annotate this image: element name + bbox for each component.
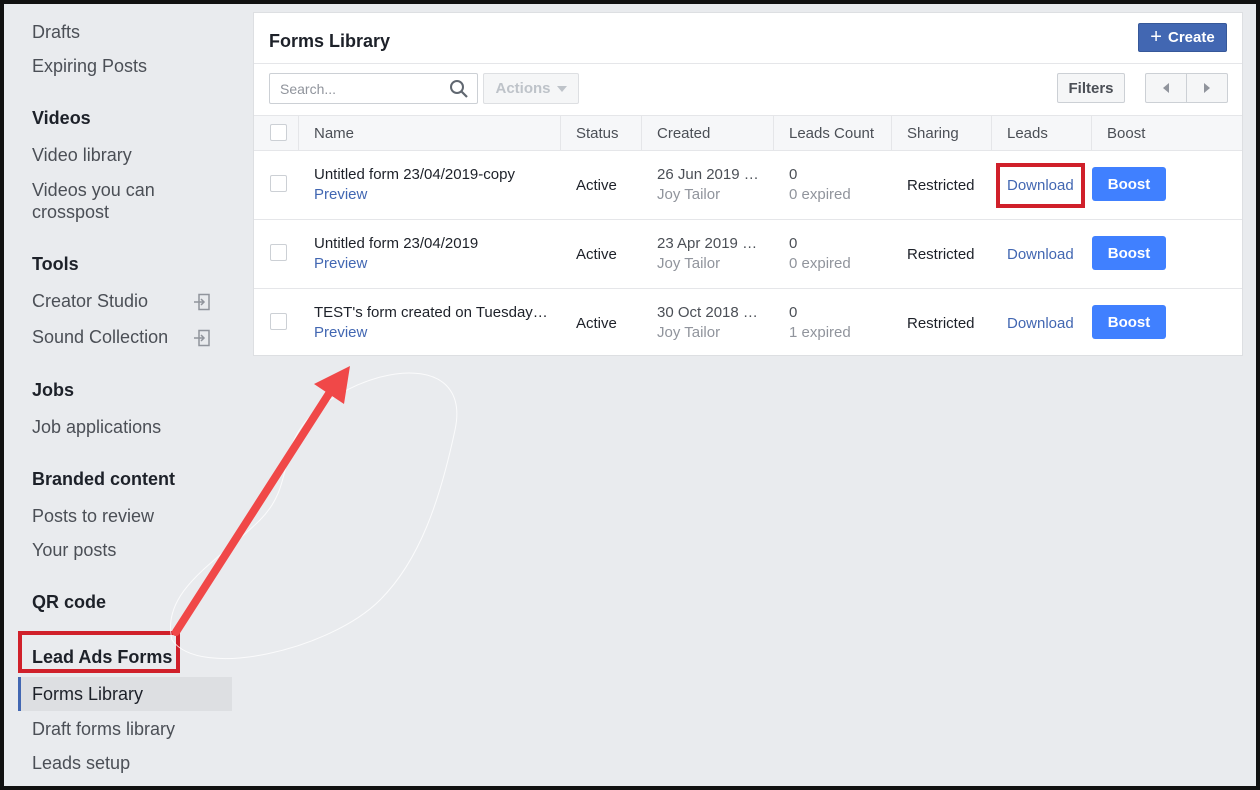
sidebar-item-leads-setup[interactable]: Leads setup <box>32 753 130 774</box>
column-header-created[interactable]: Created <box>657 116 710 150</box>
pagination <box>1145 73 1228 103</box>
column-header-leads-count[interactable]: Leads Count <box>789 116 874 150</box>
column-divider <box>641 116 642 150</box>
arrow-head <box>314 366 350 404</box>
previous-page-button[interactable] <box>1146 74 1186 102</box>
sidebar-item-videos-crosspost-line2[interactable]: crosspost <box>32 202 109 223</box>
created-date: 30 Oct 2018 … <box>657 304 758 321</box>
column-header-name[interactable]: Name <box>314 116 354 150</box>
creator-name: Joy Tailor <box>657 324 721 341</box>
next-page-button[interactable] <box>1186 74 1227 102</box>
page-title: Forms Library <box>269 31 391 51</box>
download-link[interactable]: Download <box>1007 246 1074 263</box>
forms-library-panel: Forms Library + Create Actions Filters N… <box>253 12 1243 356</box>
expired-count: 0 expired <box>789 255 851 272</box>
column-divider <box>298 116 299 150</box>
leads-count: 0 <box>789 235 798 252</box>
table-body: Untitled form 23/04/2019-copy Preview Ac… <box>254 151 1242 357</box>
boost-button[interactable]: Boost <box>1092 167 1166 201</box>
sidebar-item-draft-forms-library[interactable]: Draft forms library <box>32 719 175 740</box>
highlight-box-lead-ads-forms <box>18 631 180 673</box>
filters-button[interactable]: Filters <box>1057 73 1125 103</box>
search-input[interactable] <box>270 74 445 103</box>
column-divider <box>560 116 561 150</box>
sidebar-item-drafts[interactable]: Drafts <box>32 22 80 43</box>
column-divider <box>891 116 892 150</box>
column-header-status[interactable]: Status <box>576 116 619 150</box>
row-checkbox[interactable] <box>270 313 287 330</box>
form-name: Untitled form 23/04/2019-copy <box>314 166 515 183</box>
sharing-status: Restricted <box>907 177 975 194</box>
create-button-label: Create <box>1167 29 1215 46</box>
form-name: TEST's form created on Tuesday… <box>314 304 548 321</box>
sidebar-heading-jobs: Jobs <box>32 380 75 400</box>
actions-label: Actions <box>495 80 551 97</box>
chevron-down-icon <box>556 85 567 92</box>
preview-link[interactable]: Preview <box>314 186 367 203</box>
exit-icon <box>194 293 210 311</box>
boost-button[interactable]: Boost <box>1092 236 1166 270</box>
expired-count: 1 expired <box>789 324 851 341</box>
sidebar-item-expiring-posts[interactable]: Expiring Posts <box>32 56 147 77</box>
sidebar-heading-qr-code[interactable]: QR code <box>32 592 106 613</box>
creator-name: Joy Tailor <box>657 255 721 272</box>
divider <box>254 63 1242 64</box>
row-checkbox[interactable] <box>270 175 287 192</box>
sidebar-item-video-library[interactable]: Video library <box>32 145 132 166</box>
status-text: Active <box>576 246 617 263</box>
preview-link[interactable]: Preview <box>314 324 367 341</box>
created-date: 26 Jun 2019 … <box>657 166 759 183</box>
sidebar-heading-videos: Videos <box>32 108 91 128</box>
expired-count: 0 expired <box>789 186 851 203</box>
sidebar-item-posts-to-review[interactable]: Posts to review <box>32 506 154 527</box>
sidebar-item-videos-crosspost[interactable]: Videos you can <box>32 180 155 201</box>
chevron-left-icon <box>1163 83 1169 93</box>
sidebar-item-creator-studio[interactable]: Creator Studio <box>32 291 148 312</box>
sidebar-heading-tools: Tools <box>32 254 79 274</box>
created-date: 23 Apr 2019 … <box>657 235 758 252</box>
highlight-box-download <box>996 163 1085 208</box>
column-header-boost: Boost <box>1107 124 1146 142</box>
status-text: Active <box>576 315 617 332</box>
actions-dropdown[interactable]: Actions <box>483 73 579 104</box>
sidebar-item-sound-collection[interactable]: Sound Collection <box>32 327 168 348</box>
sidebar-heading-branded-content: Branded content <box>32 469 176 489</box>
table-header: Name Status Created Leads Count Sharing … <box>254 115 1242 151</box>
column-divider <box>991 116 992 150</box>
sharing-status: Restricted <box>907 246 975 263</box>
status-text: Active <box>576 177 617 194</box>
exit-icon <box>194 329 210 347</box>
column-divider <box>1091 116 1092 150</box>
column-header-sharing[interactable]: Sharing <box>907 116 959 150</box>
table-row[interactable]: Untitled form 23/04/2019-copy Preview Ac… <box>254 151 1242 220</box>
sidebar-item-your-posts[interactable]: Your posts <box>32 540 116 561</box>
table-row[interactable]: Untitled form 23/04/2019 Preview Active … <box>254 220 1242 289</box>
form-name: Untitled form 23/04/2019 <box>314 235 479 252</box>
plus-icon: + <box>1150 25 1162 48</box>
sidebar-item-job-applications[interactable]: Job applications <box>32 417 161 438</box>
row-checkbox[interactable] <box>270 244 287 261</box>
sharing-status: Restricted <box>907 315 975 332</box>
column-divider <box>773 116 774 150</box>
column-header-leads: Leads <box>1007 124 1048 142</box>
search-icon[interactable] <box>449 79 469 99</box>
sidebar-item-forms-library[interactable]: Forms Library <box>32 684 143 705</box>
chevron-right-icon <box>1204 83 1210 93</box>
boost-button[interactable]: Boost <box>1092 305 1166 339</box>
leads-count: 0 <box>789 304 798 321</box>
table-row[interactable]: TEST's form created on Tuesday… Preview … <box>254 289 1242 358</box>
download-link[interactable]: Download <box>1007 315 1074 332</box>
preview-link[interactable]: Preview <box>314 255 367 272</box>
create-button[interactable]: + Create <box>1138 23 1227 52</box>
select-all-checkbox[interactable] <box>270 124 287 141</box>
creator-name: Joy Tailor <box>657 186 721 203</box>
leads-count: 0 <box>789 166 798 183</box>
search-box[interactable] <box>269 73 478 104</box>
